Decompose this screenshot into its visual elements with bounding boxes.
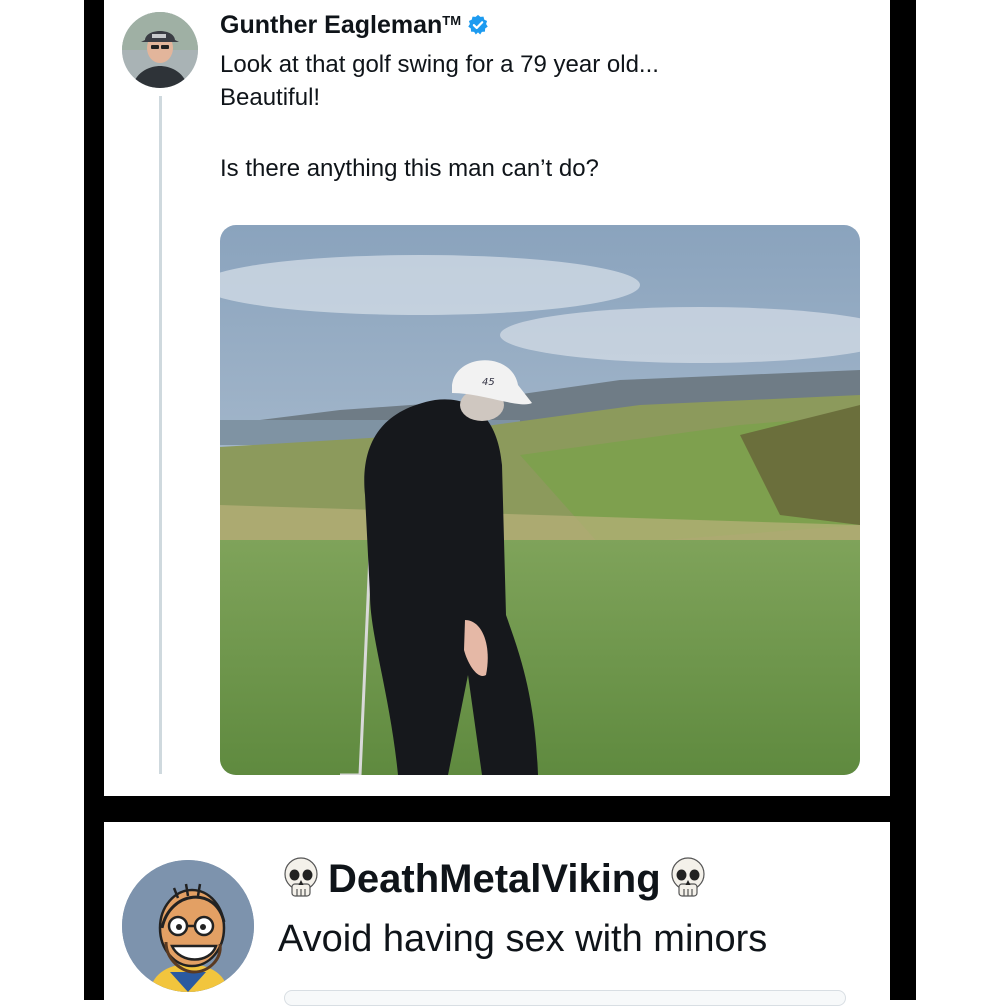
author-row: Gunther EaglemanTM: [220, 8, 489, 42]
reply-author-avatar[interactable]: [122, 860, 254, 992]
author-name[interactable]: Gunther EaglemanTM: [220, 11, 461, 40]
tweet-media-image[interactable]: 45: [220, 225, 860, 775]
reply-author-row: DeathMetalViking: [282, 852, 707, 906]
quoted-content-edge: [284, 990, 846, 1006]
reply-body: Avoid having sex with minors: [278, 918, 768, 960]
skull-icon: [284, 857, 318, 897]
skull-icon: [671, 857, 705, 897]
reply-author-name[interactable]: DeathMetalViking: [328, 857, 661, 902]
trademark-mark: TM: [442, 12, 462, 28]
reply-tweet[interactable]: DeathMetalViking Avoid having sex with m…: [104, 822, 890, 1006]
profile-photo-icon: [122, 12, 198, 88]
tweet-text-line: Look at that golf swing for a 79 year ol…: [220, 51, 659, 78]
verified-badge-icon: [468, 14, 488, 35]
tweet-body: Look at that golf swing for a 79 year ol…: [220, 48, 860, 185]
original-tweet[interactable]: Gunther EaglemanTM Look at that golf swi…: [104, 0, 890, 796]
tweet-text-line: Beautiful!: [220, 84, 321, 111]
svg-text:45: 45: [482, 377, 495, 388]
thread-connector-line: [159, 96, 162, 774]
tweet-text-line: Is there anything this man can’t do?: [220, 155, 599, 182]
golf-photo-icon: 45: [220, 225, 860, 775]
cartoon-avatar-icon: [122, 860, 254, 992]
author-avatar[interactable]: [122, 12, 198, 88]
